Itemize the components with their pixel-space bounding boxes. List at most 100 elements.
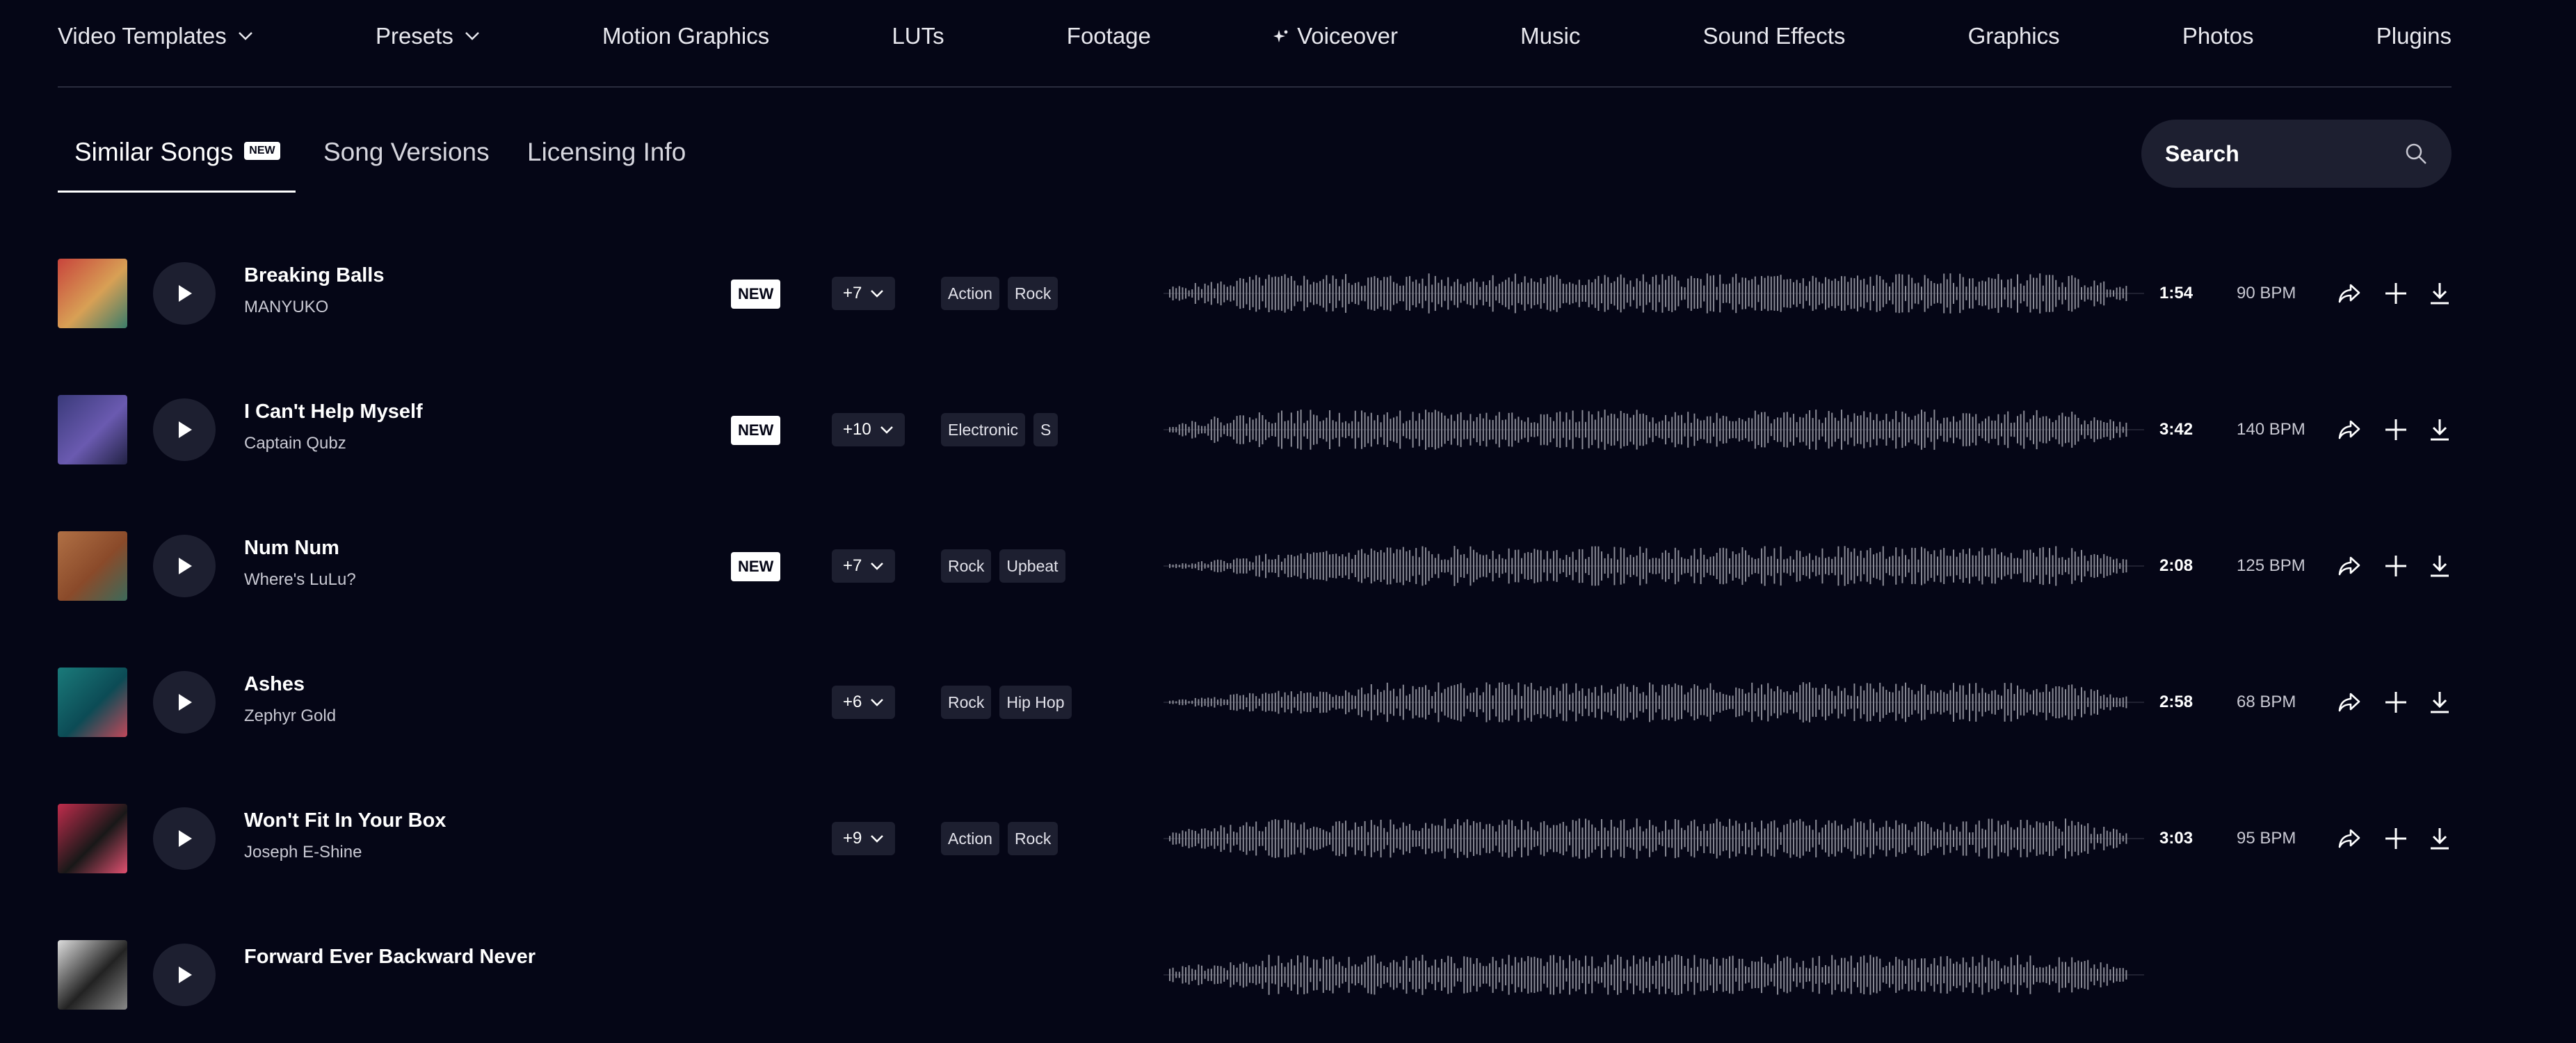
song-duration: 2:08 [2159,556,2193,575]
more-tags-count: +7 [843,556,862,575]
share-icon[interactable] [2335,688,2363,716]
song-artist[interactable]: MANYUKO [244,298,328,317]
song-row[interactable]: Breaking Balls MANYUKO NEW +7 Action Rock 1:54… [58,225,2452,362]
add-icon[interactable] [2382,280,2410,307]
add-icon[interactable] [2382,416,2410,444]
album-art[interactable] [58,395,127,464]
song-title[interactable]: Ashes [244,673,305,696]
nav-label: Presets [375,23,453,49]
song-artist[interactable]: Captain Qubz [244,434,346,453]
song-row[interactable]: Forward Ever Backward Never [58,907,2452,1043]
album-art[interactable] [58,531,127,601]
download-icon[interactable] [2426,552,2454,580]
nav-label: Motion Graphics [602,23,770,49]
genre-tag[interactable]: Electronic [941,413,1025,446]
genre-tag[interactable]: Rock [1007,822,1058,855]
song-artist[interactable]: Zephyr Gold [244,706,336,726]
download-icon[interactable] [2426,280,2454,307]
tag-list: Rock Upbeat [941,549,1125,583]
waveform[interactable] [1164,804,2144,873]
album-art[interactable] [58,940,127,1010]
album-art[interactable] [58,259,127,328]
nav-video-templates[interactable]: Video Templates [58,23,253,49]
song-row[interactable]: I Can't Help Myself Captain Qubz NEW +10 Ele… [58,362,2452,498]
nav-motion-graphics[interactable]: Motion Graphics [602,23,769,49]
genre-tag[interactable]: Rock [941,549,992,583]
song-title[interactable]: Won't Fit In Your Box [244,809,446,832]
play-button[interactable] [153,398,216,461]
play-button[interactable] [153,671,216,734]
tag-list: Action Rock [941,822,1125,855]
waveform[interactable] [1164,531,2144,601]
genre-tag[interactable]: Hip Hop [999,686,1072,719]
nav-footage[interactable]: Footage [1067,23,1151,49]
new-badge: NEW [731,552,781,581]
share-icon[interactable] [2335,552,2363,580]
nav-sound-effects[interactable]: Sound Effects [1703,23,1846,49]
play-icon [179,421,192,438]
song-title[interactable]: Breaking Balls [244,264,384,287]
search-icon[interactable] [2404,142,2428,165]
play-button[interactable] [153,807,216,870]
song-duration: 3:42 [2159,420,2193,439]
song-artist[interactable]: Where's LuLu? [244,570,356,590]
more-tags-count: +9 [843,829,862,848]
song-title[interactable]: Num Num [244,537,339,560]
tab-label: Licensing Info [527,138,686,166]
search-input[interactable]: Search [2141,120,2452,188]
song-artist[interactable]: Joseph E-Shine [244,843,362,862]
share-icon[interactable] [2335,416,2363,444]
more-tags-count: +10 [843,420,871,439]
nav-graphics[interactable]: Graphics [1968,23,2060,49]
share-icon[interactable] [2335,280,2363,307]
nav-plugins[interactable]: Plugins [2376,23,2452,49]
waveform[interactable] [1164,395,2144,464]
more-tags-dropdown[interactable]: +6 [832,686,896,719]
song-duration: 3:03 [2159,829,2193,848]
download-icon[interactable] [2426,688,2454,716]
play-button[interactable] [153,535,216,597]
song-row[interactable]: Ashes Zephyr Gold +6 Rock Hip Hop 2:58 68 BPM [58,634,2452,770]
tab-licensing-info[interactable]: Licensing Info [527,138,686,167]
tag-list: Electronic S [941,413,1125,446]
genre-tag[interactable]: S [1033,413,1058,446]
genre-tag[interactable]: Rock [1007,277,1058,310]
more-tags-dropdown[interactable]: +9 [832,822,896,855]
play-button[interactable] [153,944,216,1006]
genre-tag[interactable]: Upbeat [999,549,1065,583]
album-art[interactable] [58,804,127,873]
genre-tag[interactable]: Action [941,277,999,310]
add-icon[interactable] [2382,552,2410,580]
add-icon[interactable] [2382,688,2410,716]
song-row[interactable]: Num Num Where's LuLu? NEW +7 Rock Upbeat 2:08 1… [58,498,2452,634]
nav-photos[interactable]: Photos [2182,23,2254,49]
genre-tag[interactable]: Action [941,822,999,855]
chevron-down-icon [238,32,252,40]
album-art[interactable] [58,668,127,737]
download-icon[interactable] [2426,825,2454,852]
share-icon[interactable] [2335,825,2363,852]
search-placeholder: Search [2165,140,2239,166]
genre-tag[interactable]: Rock [941,686,992,719]
tab-similar-songs[interactable]: Similar Songs NEW [74,138,280,167]
more-tags-dropdown[interactable]: +7 [832,277,896,310]
song-title[interactable]: Forward Ever Backward Never [244,946,536,969]
waveform[interactable] [1164,259,2144,328]
waveform[interactable] [1164,668,2144,737]
nav-label: Graphics [1967,23,2060,49]
song-bpm: 140 BPM [2237,420,2305,439]
tab-song-versions[interactable]: Song Versions [323,138,490,167]
waveform[interactable] [1164,940,2144,1010]
nav-luts[interactable]: LUTs [892,23,944,49]
more-tags-dropdown[interactable]: +10 [832,413,905,446]
nav-label: Plugins [2376,23,2452,49]
nav-presets[interactable]: Presets [376,23,480,49]
nav-music[interactable]: Music [1520,23,1580,49]
add-icon[interactable] [2382,825,2410,852]
play-button[interactable] [153,262,216,325]
song-row[interactable]: Won't Fit In Your Box Joseph E-Shine +9 Act… [58,770,2452,907]
more-tags-dropdown[interactable]: +7 [832,549,896,583]
nav-voiceover[interactable]: Voiceover [1273,23,1398,49]
download-icon[interactable] [2426,416,2454,444]
song-title[interactable]: I Can't Help Myself [244,401,423,423]
